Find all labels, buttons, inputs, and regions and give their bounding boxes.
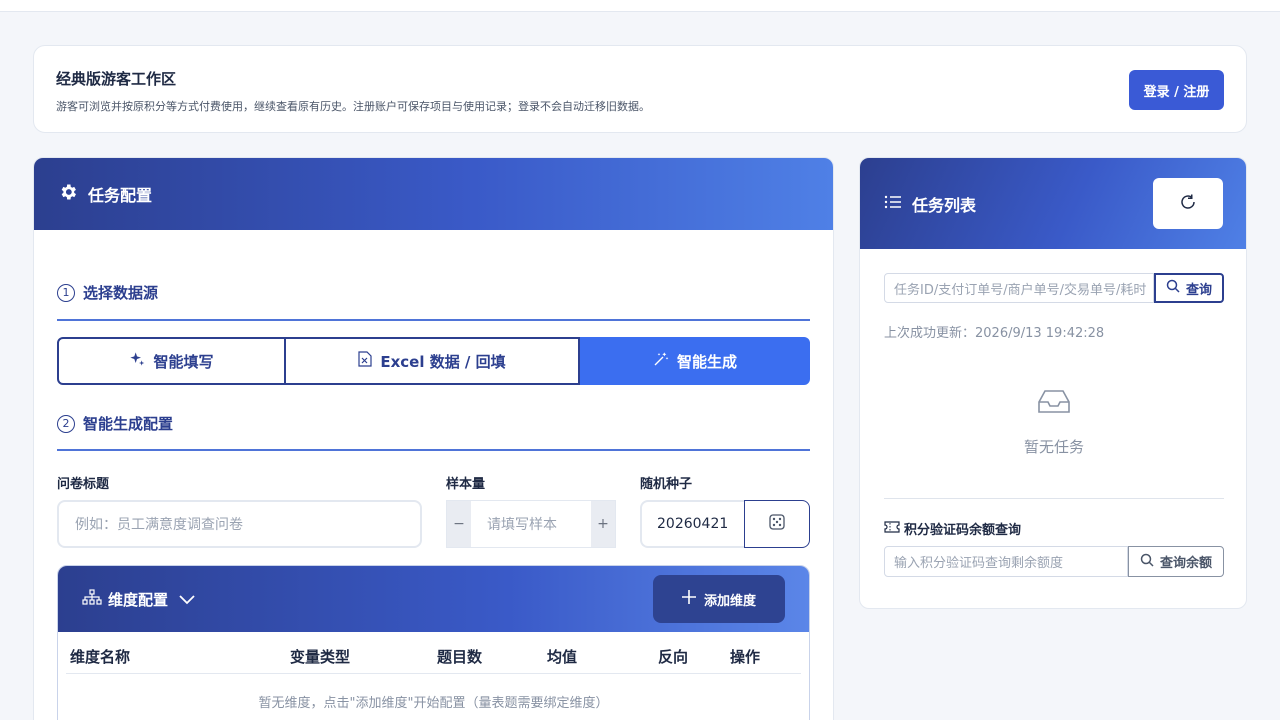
gear-icon (58, 182, 78, 206)
sparkle-icon (129, 351, 145, 371)
survey-title-label: 问卷标题 (57, 477, 110, 492)
random-seed-button[interactable] (744, 500, 810, 548)
refresh-button[interactable] (1153, 178, 1223, 229)
points-query-row: 输入积分验证码查询剩余额度 查询余额 (884, 546, 1224, 577)
task-list-title: 任务列表 (912, 195, 977, 215)
section-label: 选择数据源 (83, 284, 159, 302)
refresh-icon (1179, 193, 1197, 215)
guest-banner: 经典版游客工作区 游客可浏览并按原积分等方式付费使用，继续查看原有历史。注册账户… (33, 45, 1247, 133)
search-icon (1166, 279, 1180, 297)
tab-label: 智能填写 (153, 352, 214, 371)
plus-icon (681, 590, 696, 608)
column-header: 变量类型 (290, 648, 351, 666)
login-register-button[interactable]: 登录 / 注册 (1129, 70, 1224, 110)
last-update-text: 上次成功更新：2026/9/13 19:42:28 (884, 326, 1105, 341)
dimension-title: 维度配置 (108, 590, 169, 609)
dice-icon (769, 514, 785, 534)
task-search-input[interactable]: 任务ID/支付订单号/商户单号/交易单号/耗时 (884, 273, 1154, 303)
section-divider (57, 319, 810, 321)
random-seed-label: 随机种子 (640, 477, 693, 492)
section-label: 智能生成配置 (83, 415, 174, 433)
sample-size-label: 样本量 (446, 477, 486, 492)
points-code-input[interactable]: 输入积分验证码查询剩余额度 (884, 546, 1128, 577)
ticket-icon (884, 520, 900, 537)
tab-label: 智能生成 (676, 352, 737, 371)
tab-smart-fill[interactable]: 智能填写 (57, 337, 286, 385)
points-query-title: 积分验证码余额查询 (884, 519, 1021, 538)
query-balance-label: 查询余额 (1159, 556, 1212, 571)
tab-smart-generate[interactable]: 智能生成 (580, 337, 810, 385)
column-header: 操作 (730, 648, 761, 666)
step-number: 2 (57, 414, 75, 433)
task-search-row: 任务ID/支付订单号/商户单号/交易单号/耗时 查询 (884, 273, 1224, 303)
hierarchy-icon (82, 589, 102, 609)
query-balance-button[interactable]: 查询余额 (1128, 546, 1224, 577)
dimension-empty-text: 暂无维度，点击"添加维度"开始配置（量表题需要绑定维度） (258, 696, 609, 711)
task-search-button[interactable]: 查询 (1154, 273, 1224, 303)
list-icon (884, 194, 902, 213)
banner-description: 游客可浏览并按原积分等方式付费使用，继续查看原有历史。注册账户可保存项目与使用记… (56, 100, 650, 113)
divider (884, 498, 1224, 499)
sample-size-input[interactable]: 请填写样本 (471, 501, 591, 547)
add-dimension-button[interactable]: 添加维度 (653, 575, 785, 623)
excel-file-icon (358, 351, 372, 371)
decrement-button[interactable]: − (447, 501, 471, 547)
chevron-down-icon[interactable] (178, 590, 196, 609)
add-dimension-label: 添加维度 (703, 593, 756, 609)
search-icon (1140, 553, 1154, 571)
tab-excel-data[interactable]: Excel 数据 / 回填 (286, 337, 580, 385)
dimension-header[interactable]: 维度配置 添加维度 (58, 566, 809, 632)
column-header: 均值 (547, 648, 578, 666)
banner-title: 经典版游客工作区 (56, 70, 177, 88)
step-number: 1 (57, 283, 75, 302)
top-bar (0, 0, 1280, 12)
magic-wand-icon (653, 351, 669, 371)
task-config-header: 任务配置 (34, 158, 833, 230)
task-config-title: 任务配置 (88, 186, 153, 205)
survey-title-input[interactable]: 例如：员工满意度调查问卷 (57, 500, 422, 548)
search-label: 查询 (1185, 282, 1212, 298)
sample-size-stepper: − 请填写样本 + (446, 500, 616, 548)
dimension-panel: 维度配置 添加维度 维度名称 变量类型 题目数 均值 反向 操作 暂无维度，点击… (57, 565, 810, 720)
task-config-card: 任务配置 1 选择数据源 智能填写 Excel 数据 / 回填 智能生成 2 智… (33, 157, 834, 720)
random-seed-input[interactable]: 20260421 (640, 500, 745, 548)
points-title-label: 积分验证码余额查询 (904, 523, 1022, 538)
empty-task-text: 暂无任务 (1023, 438, 1084, 456)
column-header: 题目数 (437, 648, 483, 666)
data-source-tabs: 智能填写 Excel 数据 / 回填 智能生成 (57, 337, 810, 385)
section-divider (57, 449, 810, 451)
column-header: 反向 (658, 648, 689, 666)
section-generate-config: 2 智能生成配置 (57, 413, 173, 434)
inbox-icon (1037, 388, 1071, 418)
increment-button[interactable]: + (591, 501, 615, 547)
section-select-source: 1 选择数据源 (57, 282, 158, 303)
dimension-table-header: 维度名称 变量类型 题目数 均值 反向 操作 (66, 632, 801, 674)
task-list-header: 任务列表 (860, 158, 1246, 249)
column-header: 维度名称 (70, 648, 131, 666)
tab-label: Excel 数据 / 回填 (380, 352, 506, 371)
task-list-card: 任务列表 任务ID/支付订单号/商户单号/交易单号/耗时 查询 上次成功更新：2… (859, 157, 1247, 609)
